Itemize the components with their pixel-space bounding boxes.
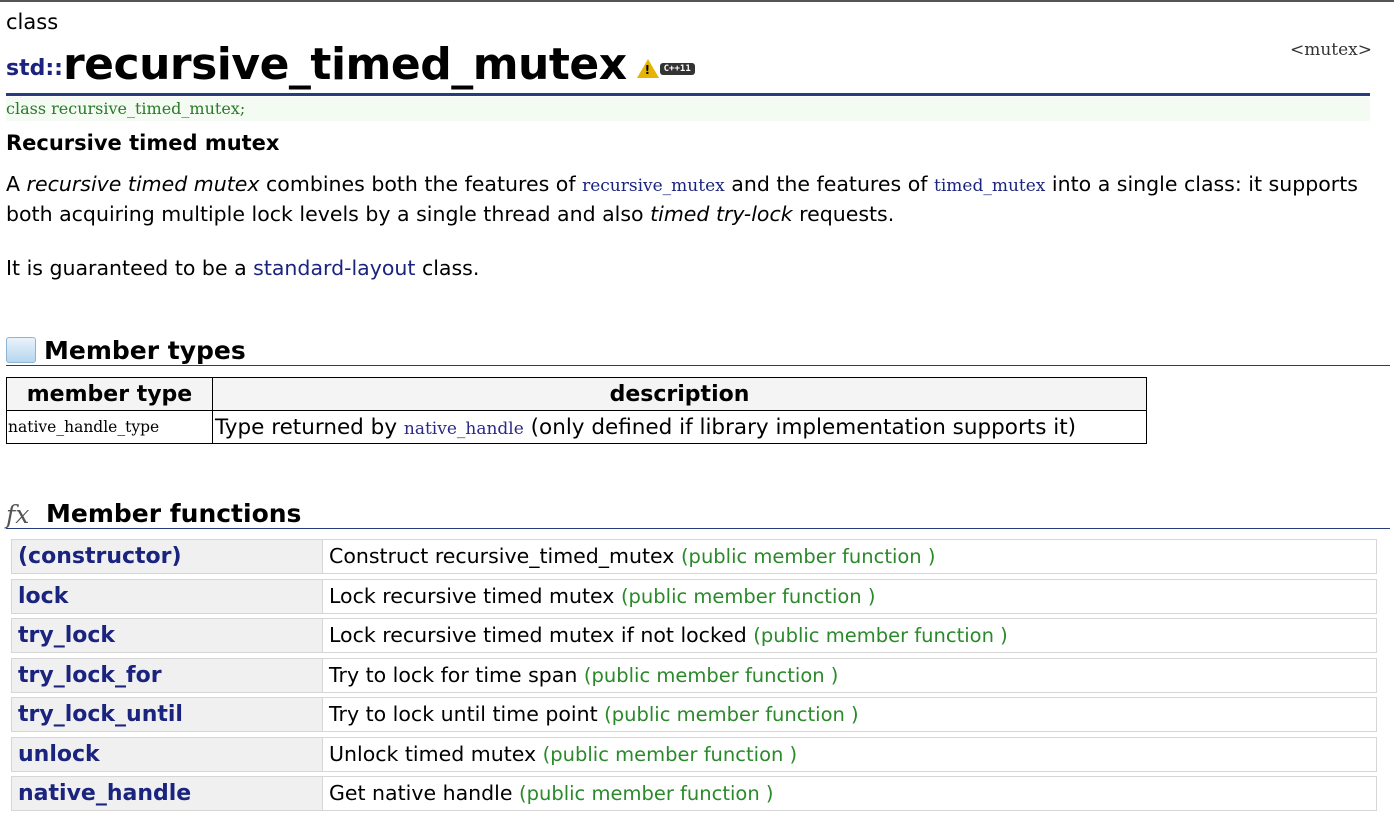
function-description: Unlock timed mutex (public member functi… (329, 741, 798, 766)
list-item: try_lock_until Try to lock until time po… (11, 697, 1377, 732)
function-description: Get native handle (public member functio… (329, 781, 774, 805)
recursive-mutex-link[interactable]: recursive_mutex (582, 176, 725, 196)
list-item: (constructor) Construct recursive_timed_… (11, 539, 1377, 574)
list-item: try_lock_for Try to lock for time span (… (11, 657, 1377, 693)
description-paragraph: A recursive timed mutex combines both th… (6, 172, 1358, 226)
title-divider (6, 93, 1370, 96)
layout-paragraph: It is guaranteed to be a standard-layout… (6, 256, 480, 280)
member-functions-list: (constructor) Construct recursive_timed_… (11, 539, 1377, 816)
member-types-table: member type description native_handle_ty… (6, 377, 1147, 444)
class-prototype: class recursive_timed_mutex; (6, 97, 1370, 121)
function-link-lock[interactable]: lock (12, 579, 323, 613)
member-types-title: Member types (44, 336, 246, 365)
function-link-try-lock[interactable]: try_lock (12, 619, 323, 652)
function-link-native-handle[interactable]: native_handle (12, 777, 323, 810)
types-icon (6, 337, 36, 363)
member-type-description: Type returned by native_handle (only def… (212, 410, 1147, 444)
function-description: Try to lock for time span (public member… (329, 662, 839, 687)
list-item: try_lock Lock recursive timed mutex if n… (11, 618, 1377, 653)
member-type-name: native_handle_type (6, 410, 213, 444)
list-item: unlock Unlock timed mutex (public member… (11, 736, 1377, 772)
function-link-constructor[interactable]: (constructor) (12, 540, 323, 573)
timed-mutex-link[interactable]: timed_mutex (934, 176, 1045, 196)
function-link-unlock[interactable]: unlock (12, 737, 323, 771)
cpp11-tag: C++11 (659, 62, 695, 75)
title-namespace: std:: (6, 56, 63, 81)
function-icon: fx (6, 500, 30, 529)
native-handle-link[interactable]: native_handle (404, 419, 524, 439)
class-summary: Recursive timed mutex (6, 131, 280, 155)
cpp11-badge[interactable]: ! C++11 (636, 59, 695, 78)
reference-page: class <mutex> std:: recursive_timed_mute… (0, 0, 1394, 811)
member-functions-heading: fx Member functions (6, 499, 1390, 529)
page-title: std:: recursive_timed_mutex ! C++11 (6, 40, 695, 90)
function-description: Construct recursive_timed_mutex (public … (329, 544, 936, 568)
member-types-heading: Member types (6, 336, 1390, 366)
title-name: recursive_timed_mutex (62, 39, 627, 90)
function-description: Lock recursive timed mutex (public membe… (329, 583, 876, 608)
function-link-try-lock-for[interactable]: try_lock_for (12, 658, 323, 692)
list-item: lock Lock recursive timed mutex (public … (11, 578, 1377, 614)
function-link-try-lock-until[interactable]: try_lock_until (12, 698, 323, 731)
entity-kind: class (6, 10, 59, 34)
table-row: native_handle_type Type returned by nati… (6, 410, 1147, 444)
list-item: native_handle Get native handle (public … (11, 776, 1377, 811)
description-column-header: description (212, 377, 1147, 411)
member-functions-title: Member functions (46, 499, 302, 528)
header-file-link[interactable]: <mutex> (1290, 40, 1372, 60)
warning-icon: ! (636, 59, 659, 78)
member-type-column-header: member type (6, 377, 213, 411)
function-description: Lock recursive timed mutex if not locked… (329, 623, 1008, 647)
standard-layout-link[interactable]: standard-layout (253, 256, 415, 280)
function-description: Try to lock until time point (public mem… (329, 702, 859, 726)
